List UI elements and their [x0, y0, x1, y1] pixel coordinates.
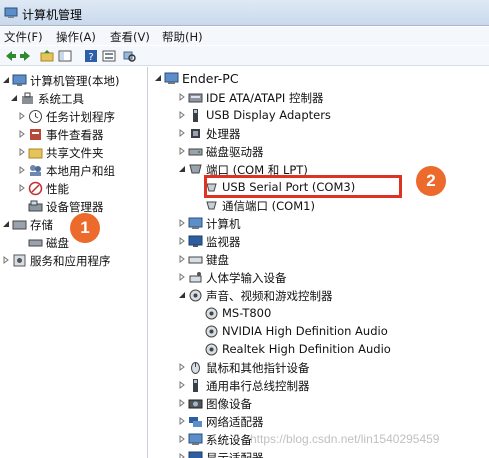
cpu-icon — [191, 129, 200, 138]
chevron-down-icon[interactable] — [178, 291, 186, 299]
menu-help[interactable]: 帮助(H) — [162, 29, 203, 45]
computer-manage-icon — [4, 7, 18, 18]
annotation-badge-2: 2 — [416, 166, 446, 196]
scan-hardware-icon[interactable] — [122, 49, 136, 63]
chevron-right-icon[interactable] — [178, 237, 186, 245]
watermark: https://blog.csdn.net/lin1540295459 — [250, 432, 440, 446]
menu-bar: 文件(F) 操作(A) 查看(V) 帮助(H) — [0, 27, 489, 45]
annotation-badge-1: 1 — [70, 213, 100, 243]
sound-device-icon — [205, 307, 218, 320]
services-icon — [13, 254, 26, 267]
performance-icon — [28, 181, 43, 196]
chevron-right-icon[interactable] — [18, 130, 26, 138]
display-adapter-icon — [188, 451, 203, 458]
menu-file[interactable]: 文件(F) — [4, 29, 43, 45]
computer-icon — [188, 217, 203, 229]
chevron-down-icon[interactable] — [2, 76, 10, 84]
chevron-right-icon[interactable] — [178, 273, 186, 281]
chevron-down-icon[interactable] — [154, 74, 162, 82]
sound-device-icon — [205, 325, 218, 338]
computer-icon — [164, 72, 179, 84]
help-icon[interactable]: ? — [84, 49, 98, 63]
event-viewer-icon — [30, 129, 41, 140]
disk-icon — [28, 239, 43, 247]
chevron-right-icon[interactable] — [178, 93, 186, 101]
chevron-right-icon[interactable] — [18, 148, 26, 156]
shared-folder-icon — [28, 148, 43, 159]
chevron-right-icon[interactable] — [178, 111, 186, 119]
network-icon — [189, 417, 202, 427]
sound-icon — [189, 289, 202, 302]
hid-icon — [189, 272, 202, 283]
sound-device-icon — [205, 343, 218, 356]
monitor-icon — [188, 235, 203, 247]
console-tree-icon[interactable] — [58, 49, 72, 63]
menu-action[interactable]: 操作(A) — [56, 29, 96, 45]
camera-icon — [188, 399, 203, 409]
clock-icon — [29, 110, 42, 123]
chevron-down-icon[interactable] — [2, 220, 10, 228]
usb-icon — [193, 109, 198, 122]
chevron-right-icon[interactable] — [178, 381, 186, 389]
chevron-right-icon[interactable] — [178, 147, 186, 155]
ide-icon — [188, 93, 203, 103]
chevron-right-icon[interactable] — [18, 184, 26, 192]
storage-icon — [12, 220, 27, 230]
chevron-right-icon[interactable] — [178, 219, 186, 227]
chevron-right-icon[interactable] — [18, 112, 26, 120]
highlight-usb-serial-port — [204, 175, 402, 198]
com-port-icon — [206, 201, 217, 210]
chevron-right-icon[interactable] — [18, 166, 26, 174]
chevron-down-icon[interactable] — [178, 165, 186, 173]
chevron-right-icon[interactable] — [178, 399, 186, 407]
device-manager-tree: Ender-PC IDE ATA/ATAPI 控制器 USB Display A… — [152, 67, 489, 458]
mouse-icon — [191, 362, 200, 374]
navigation-tree: 计算机管理(本地) 系统工具 任务计划程序 事件查看器 共享文件夹 本地用户和组… — [0, 67, 148, 458]
disk-drive-icon — [188, 148, 203, 156]
window-title: 计算机管理 — [22, 8, 83, 22]
menu-view[interactable]: 查看(V) — [110, 29, 150, 45]
svg-text:?: ? — [88, 52, 93, 63]
chevron-right-icon[interactable] — [178, 129, 186, 137]
chevron-right-icon[interactable] — [178, 363, 186, 371]
tools-icon — [22, 92, 33, 104]
usb-controller-icon — [193, 379, 198, 392]
keyboard-icon — [188, 256, 203, 264]
toolbar: ? — [0, 46, 489, 66]
back-icon[interactable] — [3, 49, 17, 63]
forward-icon[interactable] — [19, 49, 33, 63]
port-icon — [189, 164, 202, 174]
chevron-right-icon[interactable] — [178, 417, 186, 425]
chevron-right-icon[interactable] — [2, 256, 10, 264]
computer-manage-icon — [12, 74, 27, 86]
device-manager-icon — [28, 200, 43, 212]
chevron-right-icon[interactable] — [178, 435, 186, 443]
users-icon — [30, 165, 41, 176]
properties-icon[interactable] — [102, 49, 116, 63]
system-device-icon — [188, 433, 203, 445]
chevron-right-icon[interactable] — [178, 453, 186, 458]
chevron-down-icon[interactable] — [10, 94, 18, 102]
chevron-right-icon[interactable] — [178, 255, 186, 263]
title-bar: 计算机管理 — [0, 0, 489, 26]
up-folder-icon[interactable] — [40, 49, 54, 63]
